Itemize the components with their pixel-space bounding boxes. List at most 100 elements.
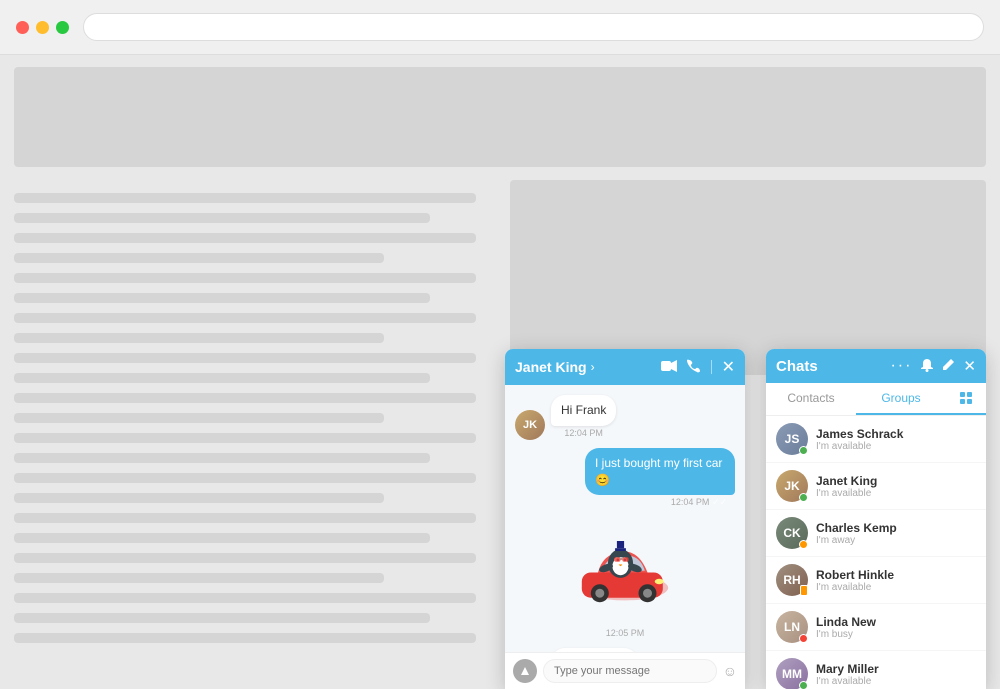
contact-status: I'm available xyxy=(816,441,976,452)
chevron-right-icon: › xyxy=(591,360,595,374)
placeholder-line xyxy=(14,353,476,363)
placeholder-line xyxy=(14,593,476,603)
browser-chrome xyxy=(0,0,1000,55)
contact-info: Mary Miller I'm available xyxy=(816,662,976,687)
placeholder-line xyxy=(14,453,430,463)
contact-item[interactable]: MM Mary Miller I'm available xyxy=(766,651,986,689)
minimize-button[interactable] xyxy=(36,21,49,34)
contact-name: Charles Kemp xyxy=(816,521,976,535)
contact-name: Mary Miller xyxy=(816,662,976,676)
placeholder-line xyxy=(14,193,476,203)
placeholder-right-box xyxy=(510,180,986,375)
message-row: JK Hi Frank 12:04 PM xyxy=(515,395,735,440)
contacts-list: JS James Schrack I'm available JK Janet … xyxy=(766,416,986,689)
chats-header-icons: ··· ✕ xyxy=(890,357,976,375)
chat-contact-name[interactable]: Janet King xyxy=(515,359,587,375)
contact-item[interactable]: RH Robert Hinkle I'm available xyxy=(766,557,986,604)
car-sticker xyxy=(570,523,680,613)
contact-info: James Schrack I'm available xyxy=(816,427,976,452)
close-panel-icon[interactable]: ✕ xyxy=(963,357,976,375)
header-divider xyxy=(711,360,712,374)
sticker-container xyxy=(515,518,735,618)
contact-info: Robert Hinkle I'm available xyxy=(816,568,976,593)
status-dot xyxy=(799,634,808,643)
contact-status: I'm away xyxy=(816,535,976,546)
message-row: I just bought my first car 😊 12:04 PM ✓✓ xyxy=(515,448,735,511)
browser-window-controls xyxy=(16,21,69,34)
contact-avatar: JK xyxy=(776,470,808,502)
address-bar[interactable] xyxy=(83,13,984,41)
contact-item[interactable]: JS James Schrack I'm available xyxy=(766,416,986,463)
message-bubble: I just bought my first car 😊 xyxy=(585,448,735,496)
maximize-button[interactable] xyxy=(56,21,69,34)
read-tick-icon: ✓✓ xyxy=(712,497,727,507)
contact-item[interactable]: CK Charles Kemp I'm away xyxy=(766,510,986,557)
emoji-button[interactable]: ☺ xyxy=(723,663,737,679)
status-dot xyxy=(799,681,808,689)
placeholder-line xyxy=(14,493,384,503)
placeholder-banner xyxy=(14,67,986,167)
contact-avatar: MM xyxy=(776,658,808,689)
status-dot-mobile xyxy=(800,585,808,596)
placeholder-line xyxy=(14,293,430,303)
phone-call-icon[interactable] xyxy=(687,359,701,376)
message-time: 12:05 PM xyxy=(515,628,735,638)
placeholder-line xyxy=(14,513,476,523)
video-call-icon[interactable] xyxy=(661,359,677,375)
contact-item[interactable]: JK Janet King I'm available xyxy=(766,463,986,510)
status-dot xyxy=(799,446,808,455)
avatar: JK xyxy=(515,410,545,440)
chat-header: Janet King › ✕ xyxy=(505,349,745,385)
chats-tabs: Contacts Groups xyxy=(766,383,986,416)
status-dot xyxy=(799,540,808,549)
status-dot xyxy=(799,493,808,502)
contact-name: James Schrack xyxy=(816,427,976,441)
contact-status: I'm busy xyxy=(816,629,976,640)
message-input[interactable] xyxy=(543,659,717,683)
placeholder-line xyxy=(14,473,476,483)
contact-info: Charles Kemp I'm away xyxy=(816,521,976,546)
chats-header: Chats ··· ✕ xyxy=(766,349,986,383)
edit-icon[interactable] xyxy=(942,358,955,374)
contact-status: I'm available xyxy=(816,676,976,687)
chat-header-icons: ✕ xyxy=(661,357,735,377)
tab-groups[interactable]: Groups xyxy=(856,383,946,415)
message-time: 12:04 PM xyxy=(551,428,616,438)
close-button[interactable] xyxy=(16,21,29,34)
chat-messages: JK Hi Frank 12:04 PM I just bought my fi… xyxy=(505,385,745,652)
placeholder-line xyxy=(14,253,384,263)
placeholder-line xyxy=(14,333,384,343)
page-content: Janet King › ✕ xyxy=(0,55,1000,689)
placeholder-line xyxy=(14,613,430,623)
placeholder-line xyxy=(14,213,430,223)
tab-grid-icon[interactable] xyxy=(946,383,986,415)
placeholder-line xyxy=(14,373,430,383)
tab-contacts[interactable]: Contacts xyxy=(766,383,856,415)
placeholder-line xyxy=(14,573,384,583)
placeholder-line xyxy=(14,433,476,443)
placeholder-line xyxy=(14,393,476,403)
placeholder-line xyxy=(14,273,476,283)
contact-item[interactable]: LN Linda New I'm busy xyxy=(766,604,986,651)
contact-name: Robert Hinkle xyxy=(816,568,976,582)
attach-button[interactable] xyxy=(513,659,537,683)
chats-panel-title: Chats xyxy=(776,358,818,375)
message-bubble: Hi Frank xyxy=(551,395,616,426)
placeholder-line xyxy=(14,413,384,423)
contact-avatar: CK xyxy=(776,517,808,549)
placeholder-line xyxy=(14,553,476,563)
contact-avatar: JS xyxy=(776,423,808,455)
contact-status: I'm available xyxy=(816,488,976,499)
close-chat-icon[interactable]: ✕ xyxy=(722,357,735,377)
chat-header-left: Janet King › xyxy=(515,359,595,375)
notifications-icon[interactable] xyxy=(920,358,934,375)
more-options-icon[interactable]: ··· xyxy=(890,357,912,375)
placeholder-line xyxy=(14,633,476,643)
placeholder-line xyxy=(14,313,476,323)
contact-name: Linda New xyxy=(816,615,976,629)
message-time: 12:04 PM ✓✓ xyxy=(585,497,735,508)
contact-avatar: RH xyxy=(776,564,808,596)
placeholder-lines xyxy=(0,179,490,667)
placeholder-line xyxy=(14,533,430,543)
contact-avatar: LN xyxy=(776,611,808,643)
